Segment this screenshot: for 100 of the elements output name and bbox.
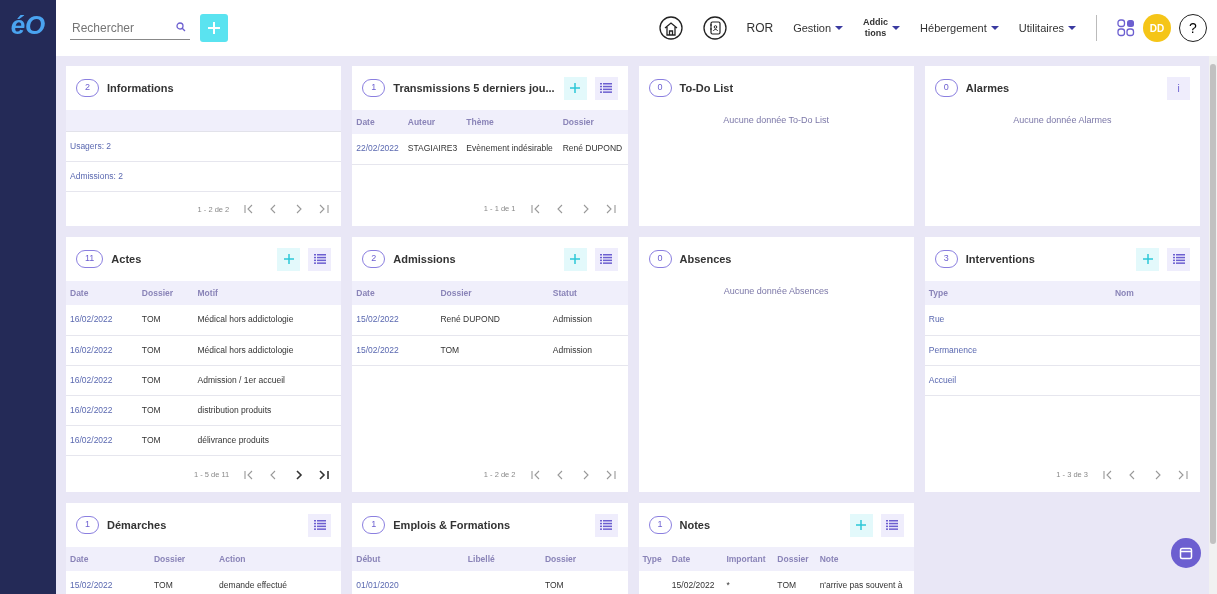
table-cell: René DUPOND <box>440 314 500 325</box>
list-icon <box>313 254 326 264</box>
table-cell: 15/02/2022 <box>671 580 715 591</box>
row-link[interactable]: Admissions: 2 <box>70 171 123 182</box>
column-header[interactable]: Libellé <box>463 547 541 571</box>
plus-icon <box>282 253 295 265</box>
calendar-icon <box>1179 546 1193 560</box>
table-cell: Admission <box>552 344 593 355</box>
list-icon <box>313 520 326 530</box>
card-title: Transmissions 5 derniers jou... <box>393 80 555 96</box>
first-page-icon[interactable] <box>529 469 541 481</box>
column-header[interactable]: Dossier <box>436 281 549 305</box>
column-header[interactable]: Thème <box>462 110 559 134</box>
caret-icon <box>892 26 901 30</box>
column-header[interactable]: Nom <box>1110 281 1200 305</box>
column-header[interactable]: Date <box>352 281 437 305</box>
table-cell: TOM <box>141 434 161 445</box>
plus-icon <box>569 82 581 94</box>
column-header[interactable]: Dossier <box>137 281 194 305</box>
column-header[interactable]: Action <box>215 547 342 571</box>
table-cell: TOM <box>544 580 564 591</box>
table-cell: TOM <box>141 374 161 385</box>
card-title: Notes <box>679 517 711 533</box>
list-button[interactable] <box>594 76 618 100</box>
row-link[interactable]: Accueil <box>928 374 957 385</box>
row-link[interactable]: 16/02/2022 <box>70 374 113 385</box>
row-link[interactable]: 22/02/2022 <box>356 143 399 154</box>
add-button[interactable] <box>563 76 587 100</box>
row-link[interactable]: 01/01/2020 <box>356 580 399 591</box>
search-field[interactable]: Rechercher <box>70 16 190 40</box>
column-header[interactable]: Motif <box>193 281 342 305</box>
app-logo[interactable]: éO <box>10 12 46 38</box>
row-link[interactable]: 16/02/2022 <box>70 434 113 445</box>
column-header[interactable]: Date <box>66 281 138 305</box>
column-header[interactable]: Dossier <box>773 547 816 571</box>
first-page-icon[interactable] <box>243 469 255 481</box>
row-link[interactable]: 15/02/2022 <box>356 314 399 325</box>
card-title: Actes <box>111 251 142 267</box>
table-cell: TOM <box>440 344 460 355</box>
column-header[interactable]: Date <box>352 110 404 134</box>
column-header[interactable]: Statut <box>548 281 628 305</box>
row-link[interactable]: Permanence <box>928 344 977 355</box>
row-link[interactable]: Rue <box>928 314 945 325</box>
column-header[interactable]: Date <box>66 547 150 571</box>
column-header[interactable]: Auteur <box>403 110 463 134</box>
row-link[interactable]: 16/02/2022 <box>70 314 113 325</box>
home-button[interactable] <box>658 16 683 40</box>
card-title: Informations <box>107 80 174 96</box>
column-header[interactable]: Note <box>815 547 914 571</box>
list-button[interactable] <box>594 247 618 271</box>
column-header[interactable]: Type <box>924 281 1111 305</box>
add-button[interactable] <box>200 14 228 42</box>
next-page-icon[interactable] <box>293 469 305 481</box>
list-button[interactable] <box>594 513 618 537</box>
column-header[interactable]: Début <box>352 547 464 571</box>
help-button[interactable]: ? <box>1179 14 1207 42</box>
list-button[interactable] <box>308 513 332 537</box>
list-icon <box>1172 254 1185 264</box>
contacts-button[interactable] <box>702 16 727 40</box>
nav-menu[interactable]: Hébergement <box>920 19 987 37</box>
card-title: Alarmes <box>965 80 1010 96</box>
list-button[interactable] <box>1167 247 1190 271</box>
add-button[interactable] <box>1136 247 1159 271</box>
row-link[interactable]: 16/02/2022 <box>70 404 113 415</box>
nav-menu[interactable]: Utilitaires <box>1018 19 1064 37</box>
user-avatar[interactable]: DD <box>1143 14 1171 42</box>
table-cell: distribution produits <box>197 404 272 415</box>
column-header[interactable]: Type <box>638 547 668 571</box>
plus-icon <box>569 253 581 265</box>
caret-icon <box>1068 26 1076 30</box>
apps-button[interactable] <box>1117 19 1135 37</box>
add-button[interactable] <box>849 513 873 537</box>
list-icon <box>600 254 612 264</box>
first-page-icon[interactable] <box>529 203 541 215</box>
column-header[interactable]: Important <box>722 547 774 571</box>
add-button[interactable] <box>277 247 301 271</box>
column-header[interactable]: Dossier <box>540 547 628 571</box>
add-button[interactable] <box>563 247 587 271</box>
column-header[interactable]: Dossier <box>558 110 628 134</box>
nav-menu[interactable]: Gestion <box>793 19 832 37</box>
list-button[interactable] <box>308 247 332 271</box>
first-page-icon[interactable] <box>1102 469 1113 481</box>
row-link[interactable]: 16/02/2022 <box>70 344 113 355</box>
table-cell: TOM <box>141 344 161 355</box>
first-page-icon[interactable] <box>243 203 255 216</box>
row-link[interactable]: 15/02/2022 <box>356 344 399 355</box>
empty-message: Aucune donnée Absences <box>722 285 830 298</box>
nav-link[interactable]: ROR <box>746 19 774 37</box>
table-cell: délivrance produits <box>197 434 269 445</box>
column-header[interactable]: Date <box>667 547 723 571</box>
scrollbar[interactable] <box>1209 56 1217 594</box>
info-button[interactable]: i <box>1167 76 1190 100</box>
row-link[interactable]: 15/02/2022 <box>70 580 113 591</box>
search-icon[interactable] <box>176 22 186 32</box>
row-link[interactable]: Usagers: 2 <box>70 141 112 152</box>
nav-menu[interactable]: Addic tions <box>863 18 889 38</box>
table-cell: TOM <box>777 580 797 591</box>
last-page-icon[interactable] <box>318 469 330 481</box>
list-button[interactable] <box>880 513 904 537</box>
column-header[interactable]: Dossier <box>150 547 216 571</box>
